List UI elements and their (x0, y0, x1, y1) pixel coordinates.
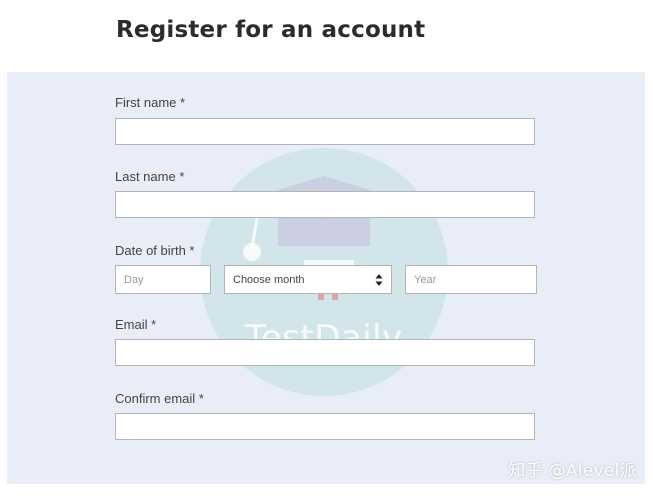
email-input[interactable] (115, 339, 535, 366)
birth-year-input[interactable] (405, 265, 537, 294)
date-of-birth-label: Date of birth * (115, 243, 195, 258)
confirm-email-input[interactable] (115, 413, 535, 440)
page-title: Register for an account (116, 17, 426, 43)
birth-month-selected: Choose month (233, 274, 305, 286)
birth-day-input[interactable] (115, 265, 211, 294)
last-name-label: Last name * (115, 169, 185, 184)
first-name-input[interactable] (115, 118, 535, 145)
source-credit: 知乎 @Alevel派 (508, 461, 637, 481)
select-arrows-icon (375, 274, 383, 286)
first-name-label: First name * (115, 95, 186, 110)
last-name-input[interactable] (115, 191, 535, 218)
registration-form: TestDaily First name * Last name * Date … (7, 72, 645, 484)
email-label: Email * (115, 317, 157, 332)
birth-month-select[interactable]: Choose month (224, 265, 392, 294)
confirm-email-label: Confirm email * (115, 391, 204, 406)
